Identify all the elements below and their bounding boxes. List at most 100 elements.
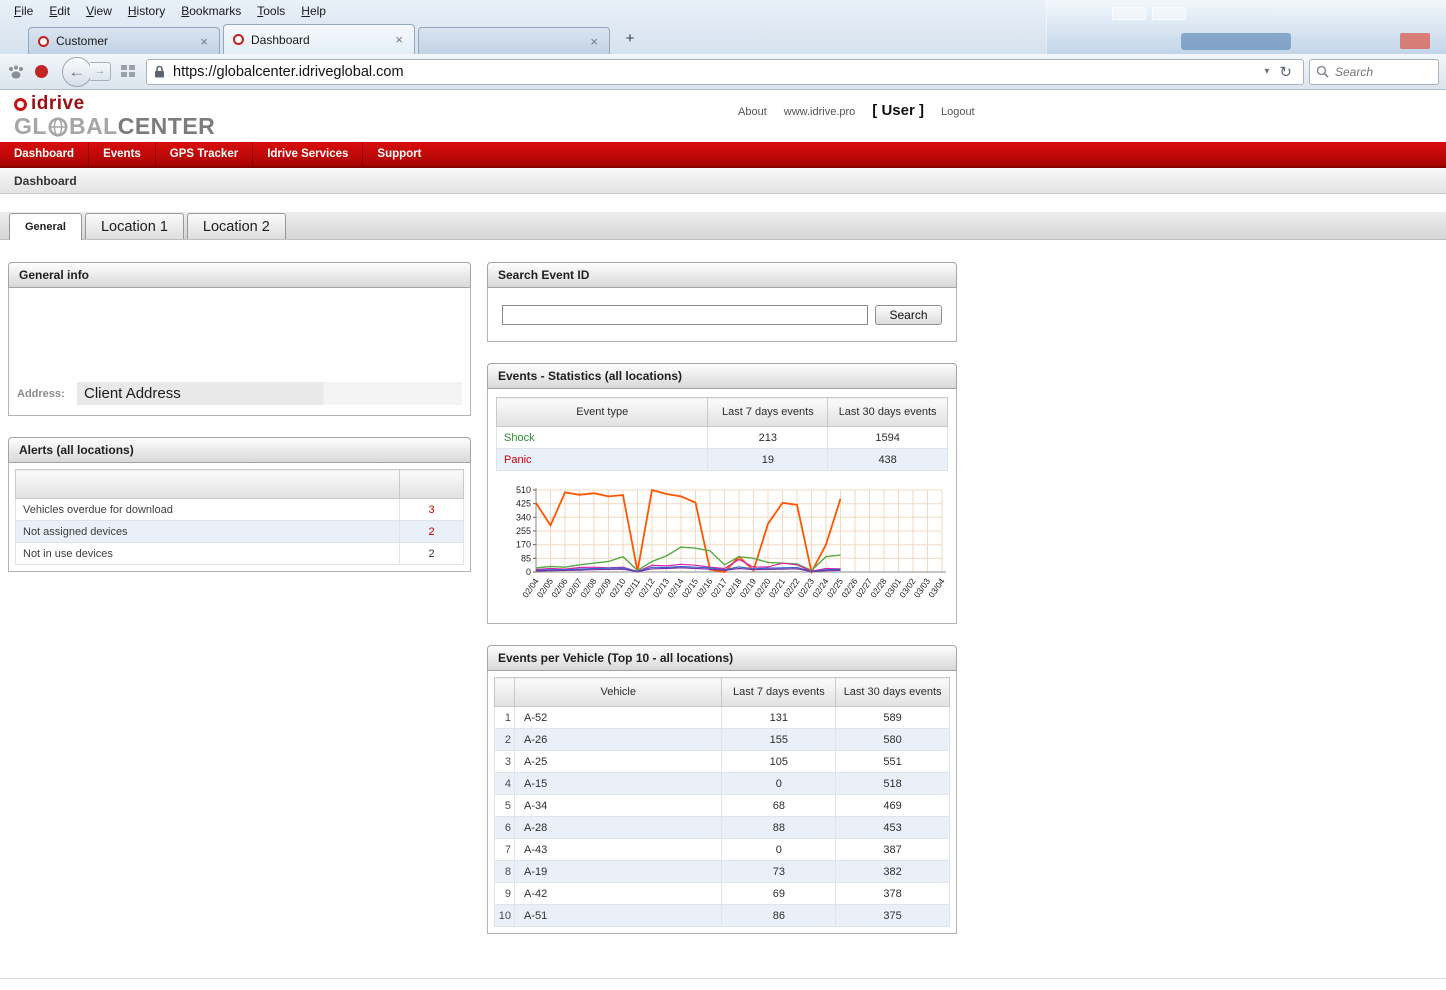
reload-icon[interactable]: ↻ <box>1275 63 1296 81</box>
url-bar[interactable]: ▾ ↻ <box>146 59 1304 85</box>
url-dropdown-icon[interactable]: ▾ <box>1258 66 1275 77</box>
stats-header-cell: Event type <box>497 398 708 427</box>
svg-text:85: 85 <box>521 553 531 563</box>
vehicle-row: 5 A-34 68 469 <box>495 795 950 817</box>
back-button[interactable]: ← <box>62 57 92 87</box>
events-chart: 08517025534042551002/0402/0502/0602/0702… <box>496 484 948 619</box>
panel-title: Search Event ID <box>487 262 957 288</box>
last30-value: 378 <box>836 883 950 905</box>
vehicle-row: 1 A-52 131 589 <box>495 707 950 729</box>
url-input[interactable] <box>173 64 1258 80</box>
idrive-pro-link[interactable]: www.idrive.pro <box>784 106 856 118</box>
lock-icon <box>154 65 165 78</box>
browser-search-box[interactable] <box>1309 59 1439 85</box>
panel-title: Events - Statistics (all locations) <box>487 363 957 389</box>
alerts-header-cell <box>400 470 464 499</box>
bookmarks-panel-icon[interactable] <box>121 65 135 78</box>
vehicle-row: 7 A-43 0 387 <box>495 839 950 861</box>
vehicle-row: 10 A-51 86 375 <box>495 905 950 927</box>
alert-count: 2 <box>400 543 464 565</box>
alert-row: Vehicles overdue for download 3 <box>16 499 464 521</box>
forward-button[interactable]: → <box>90 62 111 81</box>
stats-row: Shock 213 1594 <box>497 427 948 449</box>
tab-location-2[interactable]: Location 2 <box>187 213 286 239</box>
browser-search-input[interactable] <box>1335 65 1425 79</box>
svg-text:0: 0 <box>526 567 531 577</box>
record-extension-icon[interactable] <box>35 65 48 78</box>
vehicle-id[interactable]: A-19 <box>514 861 721 883</box>
last7-value: 88 <box>722 817 836 839</box>
vehicle-rank: 4 <box>495 773 515 795</box>
vehicle-id[interactable]: A-43 <box>514 839 721 861</box>
logo-idrive-text: idrive <box>31 93 85 115</box>
paw-extension-icon[interactable] <box>7 64 25 80</box>
vehicle-id[interactable]: A-34 <box>514 795 721 817</box>
alert-label: Vehicles overdue for download <box>16 499 400 521</box>
nav-item[interactable]: GPS Tracker <box>156 141 253 167</box>
tab-close-icon[interactable]: × <box>588 34 600 49</box>
menu-item[interactable]: Tools <box>249 2 293 20</box>
nav-item[interactable]: Dashboard <box>0 141 89 167</box>
menu-item[interactable]: Help <box>293 2 334 20</box>
menu-item[interactable]: File <box>6 2 41 20</box>
browser-menubar: FileEditViewHistoryBookmarksToolsHelp <box>0 0 1446 22</box>
vehicle-id[interactable]: A-51 <box>514 905 721 927</box>
svg-text:510: 510 <box>516 485 531 495</box>
vehicle-id[interactable]: A-15 <box>514 773 721 795</box>
last30-value: 375 <box>836 905 950 927</box>
site-header: idrive GL BAL CENTER About www.idrive.pr… <box>0 90 1446 142</box>
vehicle-rows: 1 A-52 131 589 2 A-26 155 580 3 A-25 <box>495 707 950 927</box>
last30-value: 438 <box>828 449 948 471</box>
tab-general[interactable]: General <box>9 213 82 240</box>
last7-value: 155 <box>722 729 836 751</box>
svg-text:340: 340 <box>516 512 531 522</box>
events-per-vehicle-panel: Events per Vehicle (Top 10 - all locatio… <box>487 645 957 934</box>
events-statistics-panel: Events - Statistics (all locations) Even… <box>487 363 957 624</box>
menu-item[interactable]: View <box>78 2 120 20</box>
breadcrumb: Dashboard <box>0 168 1446 194</box>
vehicle-id[interactable]: A-28 <box>514 817 721 839</box>
svg-text:255: 255 <box>516 526 531 536</box>
menu-item[interactable]: History <box>120 2 173 20</box>
about-link[interactable]: About <box>738 106 767 118</box>
new-tab-button[interactable]: + <box>617 29 643 50</box>
nav-item[interactable]: Events <box>89 141 156 167</box>
vehicle-id[interactable]: A-25 <box>514 751 721 773</box>
tab-close-icon[interactable]: × <box>198 34 210 49</box>
event-type[interactable]: Shock <box>497 427 708 449</box>
menu-item[interactable]: Bookmarks <box>173 2 249 20</box>
tab-location-1[interactable]: Location 1 <box>85 213 184 239</box>
vehicle-id[interactable]: A-42 <box>514 883 721 905</box>
browser-tab-blank[interactable]: × <box>418 27 610 54</box>
event-type[interactable]: Panic <box>497 449 708 471</box>
menu-item[interactable]: Edit <box>41 2 78 20</box>
logout-link[interactable]: Logout <box>941 106 975 118</box>
last30-value: 382 <box>836 861 950 883</box>
browser-tab-label: Customer <box>56 34 192 48</box>
alerts-table: Vehicles overdue for download 3 Not assi… <box>15 469 464 565</box>
nav-item[interactable]: Idrive Services <box>253 141 363 167</box>
tab-label: Location 1 <box>101 219 168 235</box>
vehicle-id[interactable]: A-52 <box>514 707 721 729</box>
header-links: About www.idrive.pro [ User ] Logout <box>738 102 975 119</box>
browser-tab-customer[interactable]: Customer × <box>28 27 220 54</box>
last30-value: 387 <box>836 839 950 861</box>
event-id-input[interactable] <box>502 305 868 325</box>
browser-tabbar: Customer × Dashboard × × + <box>0 22 1446 54</box>
location-tabstrip: General Location 1 Location 2 <box>0 212 1446 240</box>
page-footer-line <box>0 978 1446 990</box>
vehicle-id[interactable]: A-26 <box>514 729 721 751</box>
alert-row: Not assigned devices 2 <box>16 521 464 543</box>
vehicle-header-cell <box>495 678 515 707</box>
vehicle-rank: 6 <box>495 817 515 839</box>
alerts-panel: Alerts (all locations) Vehicles overdue … <box>8 437 471 572</box>
tab-close-icon[interactable]: × <box>393 32 405 47</box>
nav-item[interactable]: Support <box>363 141 435 167</box>
alert-count: 2 <box>400 521 464 543</box>
logo-center-text: CENTER <box>118 113 216 140</box>
events-stats-table: Event type Last 7 days events Last 30 da… <box>496 397 948 471</box>
search-button[interactable]: Search <box>875 305 941 325</box>
browser-tab-dashboard[interactable]: Dashboard × <box>223 24 415 54</box>
last30-value: 453 <box>836 817 950 839</box>
vehicle-rank: 7 <box>495 839 515 861</box>
